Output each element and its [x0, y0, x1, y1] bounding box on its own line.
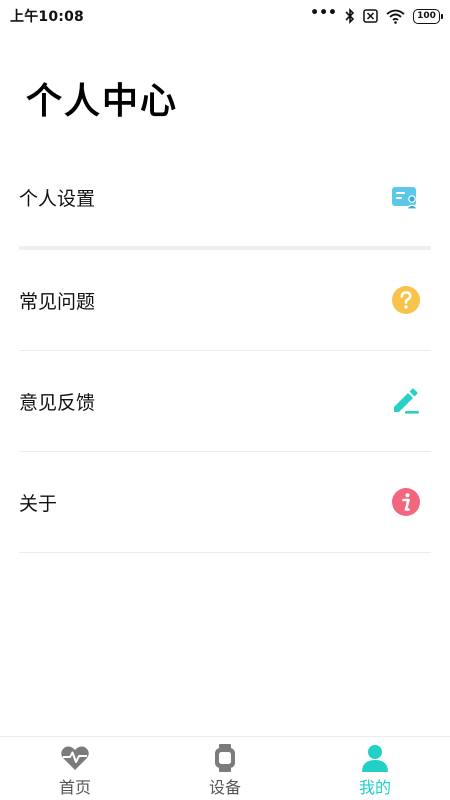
nav-item-device[interactable]: 设备: [150, 737, 300, 800]
menu-item-personal-settings[interactable]: 个人设置: [19, 148, 431, 250]
edit-pencil-icon: [389, 384, 423, 418]
info-icon: [389, 485, 423, 519]
nav-item-home[interactable]: 首页: [0, 737, 150, 800]
watch-icon: [210, 744, 240, 772]
bluetooth-icon: [345, 8, 355, 24]
wifi-icon: [386, 9, 405, 24]
menu-item-label: 常见问题: [19, 290, 96, 313]
menu-item-label: 关于: [19, 492, 58, 515]
menu-list: 个人设置 常见问题 意见反馈 关于: [19, 148, 431, 553]
page-title: 个人中心: [26, 81, 179, 122]
menu-item-faq[interactable]: 常见问题: [19, 250, 431, 351]
menu-item-label: 意见反馈: [19, 391, 96, 414]
battery-icon: 100: [413, 8, 443, 24]
nav-item-mine[interactable]: 我的: [300, 737, 450, 800]
nav-label: 我的: [358, 778, 391, 797]
nav-label: 设备: [208, 778, 241, 797]
menu-item-about[interactable]: 关于: [19, 452, 431, 553]
more-dots-icon: •••: [310, 5, 337, 21]
menu-item-label: 个人设置: [19, 187, 96, 210]
question-icon: [389, 283, 423, 317]
status-icons: ••• 100: [310, 5, 443, 24]
status-bar: 上午10:08 ••• 100: [0, 0, 450, 32]
sim-disabled-icon: [363, 9, 378, 23]
person-icon: [360, 744, 390, 772]
nav-label: 首页: [58, 778, 91, 797]
menu-item-feedback[interactable]: 意见反馈: [19, 351, 431, 452]
status-time: 上午10:08: [10, 9, 84, 25]
heartbeat-icon: [60, 744, 90, 772]
bottom-nav: 首页 设备 我的: [0, 736, 450, 800]
profile-card-icon: [389, 180, 423, 214]
